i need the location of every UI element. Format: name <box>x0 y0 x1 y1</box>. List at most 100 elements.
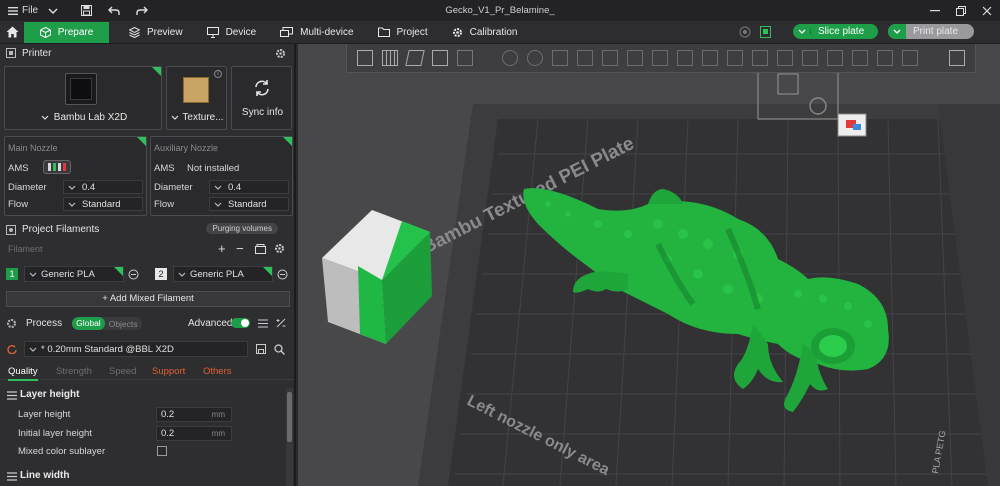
layer-height-input[interactable]: 0.2 mm <box>156 407 232 422</box>
color-paint-icon[interactable] <box>702 50 718 66</box>
scale-icon[interactable] <box>552 50 568 66</box>
color-swatch <box>263 267 272 276</box>
redo-icon[interactable] <box>128 6 156 16</box>
compare-icon[interactable] <box>276 318 286 328</box>
tab-others[interactable]: Others <box>203 366 232 377</box>
svg-icon[interactable] <box>752 50 768 66</box>
advanced-toggle[interactable] <box>231 318 250 328</box>
monitor-icon <box>206 26 219 38</box>
color-swatch <box>114 267 123 276</box>
plate-card[interactable]: i Texture... <box>166 66 227 130</box>
remove-circle-icon[interactable] <box>277 269 288 280</box>
filament-item[interactable]: 1 Generic PLA <box>6 266 146 282</box>
collapse-toolbar-icon[interactable] <box>949 50 965 66</box>
brim-icon[interactable] <box>852 50 868 66</box>
chevron-down-icon <box>41 115 49 120</box>
filament-select[interactable]: Generic PLA <box>173 266 273 282</box>
tab-quality[interactable]: Quality <box>8 366 38 381</box>
title-bar: File Gecko_V1_Pr_Belamine_ <box>0 0 1000 21</box>
auxiliary-nozzle-card[interactable]: Auxiliary Nozzle AMS Not installed Diame… <box>150 136 293 216</box>
slice-plate-button[interactable]: Slice plate <box>793 24 878 39</box>
ams-icon[interactable] <box>43 160 71 174</box>
printer-card[interactable]: Bambu Lab X2D <box>4 66 162 130</box>
rotate-icon[interactable] <box>527 50 543 66</box>
main-toolbar: Prepare Preview Device Multi-device Proj… <box>0 21 1000 44</box>
list-icon[interactable] <box>258 319 268 328</box>
print-plate-button[interactable]: Print plate <box>888 24 974 39</box>
tab-device[interactable]: Device <box>195 22 269 43</box>
cut-icon[interactable] <box>602 50 618 66</box>
scrollbar[interactable] <box>286 388 293 486</box>
add-plate-icon[interactable] <box>382 50 398 66</box>
section-title: Project Filaments <box>22 224 100 235</box>
restore-icon[interactable] <box>948 0 974 21</box>
global-objects-toggle[interactable]: Global Objects <box>72 317 142 330</box>
mixed-color-checkbox[interactable] <box>157 446 167 456</box>
search-icon[interactable] <box>274 344 285 355</box>
sd-card-icon[interactable] <box>760 26 771 41</box>
sync-info-button[interactable]: Sync info <box>231 66 292 130</box>
arrange-icon[interactable] <box>432 50 448 66</box>
variable-layer-icon[interactable] <box>877 50 893 66</box>
process-preset-select[interactable]: * 0.20mm Standard @BBL X2D <box>24 341 248 357</box>
sync-ams-icon[interactable] <box>255 244 266 254</box>
save-icon[interactable] <box>72 5 100 16</box>
tab-speed[interactable]: Speed <box>109 366 136 377</box>
gear-icon[interactable] <box>275 48 286 59</box>
objects-option[interactable]: Objects <box>105 319 142 329</box>
reset-icon[interactable] <box>7 344 17 354</box>
gear-icon[interactable] <box>274 243 285 254</box>
text-icon[interactable] <box>727 50 743 66</box>
drill-icon[interactable] <box>902 50 918 66</box>
diameter-select[interactable]: 0.4 <box>209 180 289 194</box>
remove-circle-icon[interactable] <box>128 269 139 280</box>
add-icon[interactable]: + <box>218 241 226 256</box>
info-icon[interactable]: i <box>214 70 222 78</box>
tab-multi-device[interactable]: Multi-device <box>268 22 365 43</box>
flow-select[interactable]: Standard <box>209 197 289 211</box>
undo-icon[interactable] <box>100 6 128 16</box>
chevron-down-icon[interactable] <box>40 8 66 14</box>
tab-strength[interactable]: Strength <box>56 366 92 377</box>
flow-value: Standard <box>82 198 121 210</box>
initial-layer-height-input[interactable]: 0.2 mm <box>156 426 232 441</box>
remove-icon[interactable]: − <box>236 241 244 256</box>
network-icon[interactable] <box>739 26 751 41</box>
diameter-select[interactable]: 0.4 <box>63 180 143 194</box>
measure-icon[interactable] <box>777 50 793 66</box>
flow-select[interactable]: Standard <box>63 197 143 211</box>
menu-button[interactable]: File <box>0 5 40 16</box>
move-icon[interactable] <box>502 50 518 66</box>
layers-icon[interactable] <box>457 50 473 66</box>
filament-select[interactable]: Generic PLA <box>24 266 124 282</box>
tab-preview[interactable]: Preview <box>117 22 195 43</box>
assembly-icon[interactable] <box>802 50 818 66</box>
filaments-section-header: Project Filaments Purging volumes <box>0 220 294 239</box>
tab-support[interactable]: Support <box>152 366 185 377</box>
add-object-icon[interactable] <box>357 50 373 66</box>
purging-volumes-button[interactable]: Purging volumes <box>206 223 278 234</box>
sync-icon <box>255 80 269 96</box>
selected-corner <box>137 137 146 146</box>
minimize-icon[interactable] <box>922 0 948 21</box>
chevron-down-icon <box>214 202 222 207</box>
home-icon[interactable] <box>0 22 24 43</box>
support-paint-icon[interactable] <box>652 50 668 66</box>
split-icon[interactable] <box>827 50 843 66</box>
seam-paint-icon[interactable] <box>677 50 693 66</box>
main-nozzle-card[interactable]: Main Nozzle AMS Diameter 0.4 Flow Standa… <box>4 136 147 216</box>
tab-calibration[interactable]: Calibration <box>440 22 530 43</box>
global-option[interactable]: Global <box>72 317 105 330</box>
tab-prepare[interactable]: Prepare <box>24 21 109 43</box>
orient-icon[interactable] <box>405 50 425 66</box>
filament-item[interactable]: 2 Generic PLA <box>155 266 295 282</box>
section-title: Process <box>26 318 63 329</box>
tab-project[interactable]: Project <box>366 22 440 43</box>
mesh-boolean-icon[interactable] <box>627 50 643 66</box>
flow-label: Flow <box>154 199 175 210</box>
3d-viewport[interactable]: PLA PETG Bambu Textured PEI Plate Left n… <box>298 44 1000 486</box>
close-icon[interactable] <box>974 0 1000 21</box>
lay-on-face-icon[interactable] <box>577 50 593 66</box>
add-mixed-filament-button[interactable]: + Add Mixed Filament <box>6 291 290 307</box>
save-icon[interactable] <box>256 344 266 354</box>
